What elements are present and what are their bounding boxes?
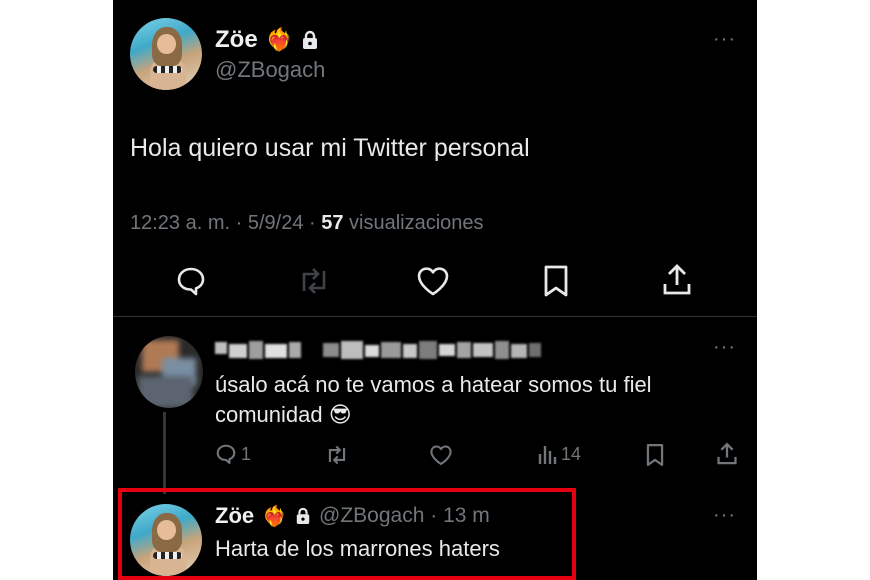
- reply-text-line-2-words: comunidad: [215, 402, 323, 427]
- section-divider: [113, 316, 757, 317]
- author-name[interactable]: Zöe: [215, 26, 258, 54]
- reply-text: úsalo acá no te vamos a hatear somos tu …: [215, 370, 652, 430]
- reply-reply-button[interactable]: 1: [215, 443, 251, 465]
- heart-on-fire-emoji: ❤️‍🔥: [265, 27, 294, 52]
- tweet-text: Hola quiero usar mi Twitter personal: [130, 134, 530, 162]
- views-count: 14: [561, 443, 582, 464]
- reply-user-avatar[interactable]: [135, 336, 203, 408]
- views-label: visualizaciones: [343, 212, 484, 234]
- share-icon[interactable]: [662, 263, 692, 297]
- bookmark-icon[interactable]: [542, 264, 570, 298]
- red-highlight-box: [118, 488, 576, 580]
- reply-icon: [215, 443, 237, 465]
- retweet-icon: [297, 266, 331, 296]
- blurred-username: [215, 338, 545, 364]
- tweet-metadata: 12:23 a. m. · 5/9/24 · 57 visualizacione…: [130, 212, 484, 235]
- reply-icon[interactable]: [175, 265, 207, 297]
- views-count: 57: [321, 212, 344, 234]
- author-name-row: Zöe ❤️‍🔥: [215, 26, 319, 54]
- sunglasses-emoji: 😎: [328, 402, 352, 427]
- like-icon[interactable]: [429, 444, 453, 466]
- author-avatar[interactable]: [130, 18, 202, 90]
- thread-connector-line: [163, 412, 166, 494]
- share-icon[interactable]: [716, 442, 738, 466]
- author-handle[interactable]: @ZBogach: [215, 57, 325, 83]
- tweet-timestamp[interactable]: 12:23 a. m. · 5/9/24 ·: [130, 212, 321, 234]
- like-icon[interactable]: [416, 265, 450, 297]
- reply-text-line-1: úsalo acá no te vamos a hatear somos tu …: [215, 372, 652, 397]
- reply-more-options-icon[interactable]: ···: [713, 336, 736, 359]
- retweet-icon[interactable]: [325, 444, 349, 466]
- reply-count: 1: [241, 443, 252, 464]
- more-options-icon[interactable]: ···: [713, 28, 736, 51]
- views-button[interactable]: 14: [537, 443, 581, 465]
- lock-icon: [301, 30, 319, 50]
- bookmark-icon[interactable]: [645, 443, 665, 467]
- analytics-icon: [537, 443, 557, 465]
- reply-2-more-options-icon[interactable]: ···: [713, 504, 736, 527]
- reply-text-line-2: comunidad 😎: [215, 400, 652, 430]
